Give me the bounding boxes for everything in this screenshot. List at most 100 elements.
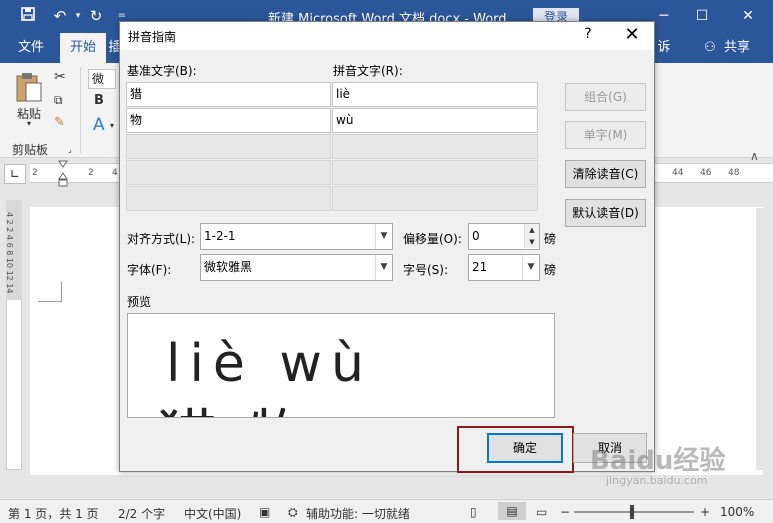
web-layout-icon[interactable]: ▭ — [536, 505, 547, 519]
dialog-launcher-icon[interactable]: ⌟ — [68, 145, 72, 154]
word-count[interactable]: 2/2 个字 — [118, 505, 165, 522]
accessibility-icon: ⛭ — [288, 505, 298, 519]
size-label: 字号(S): — [403, 263, 449, 277]
dialog-title-bar[interactable]: 拼音指南 ? ✕ — [120, 22, 654, 50]
default-reading-button[interactable]: 默认读音(D) — [565, 199, 646, 227]
base-text-cell[interactable]: 物 — [126, 108, 331, 133]
cut-icon[interactable]: ✂ — [54, 69, 66, 85]
font-select[interactable]: 微软雅黑 ▼ — [200, 254, 393, 281]
tell-me-box[interactable]: 诉我 — [652, 33, 676, 85]
redo-icon[interactable]: ↻ — [86, 6, 106, 26]
ruler-tick: 46 — [700, 168, 712, 178]
font-name-box[interactable]: 微软 — [88, 69, 116, 89]
ok-button[interactable]: 确定 — [487, 433, 563, 463]
macro-record-icon[interactable]: ▣ — [259, 505, 270, 519]
phonetic-guide-dialog: 拼音指南 ? ✕ 基准文字(B): 拼音文字(R): 猎 liè 物 wù 组合… — [119, 21, 655, 473]
offset-label: 偏移量(O): — [403, 232, 462, 246]
vertical-ruler-tick: 6 — [5, 242, 14, 248]
vertical-scrollbar[interactable] — [756, 208, 770, 470]
font-label: 字体(F): — [127, 263, 172, 277]
ruby-text-cell — [332, 134, 538, 159]
mono-button[interactable]: 单字(M) — [565, 121, 646, 149]
preview-base-text: 猎物 — [156, 388, 340, 417]
offset-value: 0 — [472, 229, 480, 243]
paste-dropdown-icon[interactable]: ▾ — [27, 119, 31, 128]
vertical-ruler-tick: 2 — [5, 219, 14, 225]
margin-corner-mark — [38, 282, 62, 302]
group-button[interactable]: 组合(G) — [565, 83, 646, 111]
chevron-down-icon[interactable]: ▼ — [375, 255, 392, 280]
text-effects-button[interactable]: A — [93, 115, 105, 135]
group-divider — [80, 67, 81, 153]
read-mode-icon[interactable]: ▯ — [470, 505, 477, 519]
alignment-select[interactable]: 1-2-1 ▼ — [200, 223, 393, 250]
chevron-down-icon[interactable]: ▼ — [522, 255, 539, 280]
maximize-icon[interactable]: ☐ — [690, 6, 714, 26]
undo-icon[interactable]: ↶ — [50, 6, 70, 26]
window-close-icon[interactable]: ✕ — [736, 6, 760, 26]
print-layout-icon[interactable]: ▤ — [498, 502, 526, 520]
zoom-out-icon[interactable]: − — [560, 505, 570, 519]
alignment-value: 1-2-1 — [204, 229, 236, 243]
vertical-ruler-tick: 12 — [5, 270, 14, 281]
base-text-cell[interactable]: 猎 — [126, 82, 331, 107]
minimize-icon[interactable]: ─ — [652, 6, 676, 26]
base-text-label: 基准文字(B): — [127, 64, 197, 78]
page-count[interactable]: 第 1 页，共 1 页 — [8, 505, 99, 522]
paste-icon[interactable] — [14, 71, 44, 103]
text-effects-dropdown-icon[interactable]: ▾ — [110, 121, 114, 130]
ruby-text-cell — [332, 160, 538, 185]
ruler-tick: 2 — [32, 168, 38, 178]
spin-up-icon[interactable]: ▲ — [524, 224, 539, 236]
size-select[interactable]: 21 ▼ — [468, 254, 540, 281]
tab-home[interactable]: 开始 — [60, 33, 106, 63]
preview-label: 预览 — [127, 295, 152, 309]
person-icon: ⚇ — [704, 40, 716, 55]
clear-reading-button[interactable]: 清除读音(C) — [565, 160, 646, 188]
chevron-down-icon[interactable]: ▼ — [375, 224, 392, 249]
zoom-slider-thumb[interactable] — [630, 505, 634, 519]
bold-button[interactable]: B — [94, 93, 104, 108]
offset-spinner[interactable]: 0 ▲ ▼ — [468, 223, 540, 250]
spin-down-icon[interactable]: ▼ — [524, 236, 539, 248]
base-text-cell — [126, 160, 331, 185]
copy-icon[interactable]: ⧉ — [54, 93, 63, 108]
help-icon[interactable]: ? — [580, 26, 596, 42]
dialog-title: 拼音指南 — [128, 30, 177, 44]
base-text-cell — [126, 134, 331, 159]
save-icon[interactable] — [18, 6, 38, 26]
format-painter-icon[interactable]: ✎ — [54, 115, 65, 130]
tab-file[interactable]: 文件 — [6, 33, 56, 63]
accessibility-status[interactable]: 辅助功能: 一切就绪 — [306, 505, 410, 522]
vertical-ruler-tick: 4 — [5, 212, 14, 218]
ruler-tick: 4 — [112, 168, 118, 178]
vertical-ruler-tick: 14 — [5, 283, 14, 294]
dialog-close-icon[interactable]: ✕ — [622, 24, 642, 45]
zoom-level[interactable]: 100% — [720, 505, 754, 519]
undo-dropdown-icon[interactable]: ▾ — [68, 6, 88, 26]
ruler-tick: 48 — [728, 168, 740, 178]
preview-box: liè wù 猎物 — [127, 313, 555, 418]
share-button[interactable]: 共享 — [722, 33, 752, 63]
language-status[interactable]: 中文(中国) — [184, 505, 241, 522]
zoom-slider-track[interactable] — [574, 511, 694, 513]
ruby-text-label: 拼音文字(R): — [333, 64, 403, 78]
alignment-label: 对齐方式(L): — [127, 232, 196, 246]
tab-stop-selector[interactable]: ∟ — [4, 164, 26, 184]
indent-marker-icon[interactable] — [58, 160, 68, 188]
ruler-tick: 44 — [672, 168, 684, 178]
watermark-url: jingyan.baidu.com — [606, 474, 708, 487]
vertical-ruler-tick: 8 — [5, 250, 14, 256]
ruby-text-cell[interactable]: liè — [332, 82, 538, 107]
vertical-ruler-tick: 10 — [5, 257, 14, 269]
vertical-ruler-tick: 2 — [5, 227, 14, 233]
size-value: 21 — [472, 260, 488, 274]
ruler-tick: 2 — [88, 168, 94, 178]
clipboard-group-label: 剪贴板 — [12, 143, 49, 157]
ruby-text-cell — [332, 186, 538, 211]
preview-pinyin: liè wù — [166, 334, 373, 394]
collapse-ribbon-icon[interactable]: ∧ — [750, 149, 759, 163]
ruby-text-cell[interactable]: wù — [332, 108, 538, 133]
base-text-cell — [126, 186, 331, 211]
zoom-in-icon[interactable]: + — [700, 505, 710, 519]
